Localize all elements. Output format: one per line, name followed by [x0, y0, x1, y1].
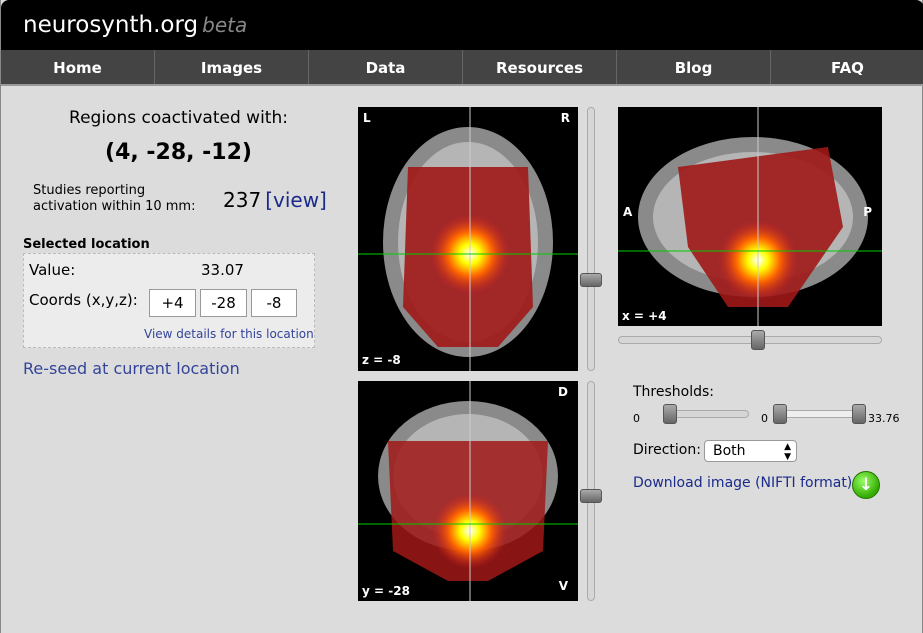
nav-data[interactable]: Data — [309, 50, 463, 84]
view-details-link[interactable]: View details for this location — [144, 327, 314, 341]
reseed-link[interactable]: Re-seed at current location — [23, 359, 240, 378]
studies-count: 237 — [223, 188, 261, 212]
value: 33.07 — [201, 261, 244, 279]
coronal-view[interactable]: D V y = -28 — [358, 381, 578, 601]
sagittal-slice-label: x = +4 — [622, 309, 667, 323]
threshold2-max: 33.76 — [868, 412, 900, 425]
axial-slider-handle[interactable] — [580, 273, 602, 287]
thresholds-label: Thresholds: — [633, 384, 714, 400]
threshold2-low-handle[interactable] — [773, 404, 787, 424]
coronal-brain-image — [358, 381, 578, 601]
threshold1-min: 0 — [633, 412, 640, 425]
nav-faq[interactable]: FAQ — [771, 50, 923, 84]
axial-view[interactable]: L R z = -8 — [358, 107, 578, 371]
coord-y-input[interactable]: -28 — [200, 289, 247, 317]
studies-count-row: 237[view] — [223, 188, 327, 212]
view-studies-link[interactable]: [view] — [265, 188, 327, 212]
selected-location-heading: Selected location — [23, 237, 150, 252]
value-label: Value: — [29, 261, 75, 279]
direction-label: Direction: — [633, 442, 701, 458]
nav-blog[interactable]: Blog — [617, 50, 771, 84]
nav-resources[interactable]: Resources — [463, 50, 617, 84]
seed-coordinates: (4, -28, -12) — [1, 140, 356, 165]
coord-z-input[interactable]: -8 — [251, 289, 297, 317]
site-name: neurosynth.org — [23, 12, 198, 38]
axial-brain-image — [358, 107, 578, 371]
site-logo[interactable]: neurosynth.orgbeta — [23, 12, 247, 38]
download-image-link[interactable]: Download image (NIFTI format) — [633, 475, 852, 491]
threshold1-handle[interactable] — [663, 404, 677, 424]
coronal-slice-label: y = -28 — [362, 584, 410, 598]
select-arrows-icon: ▲▼ — [784, 441, 791, 462]
download-arrow-icon[interactable]: ↓ — [852, 471, 880, 499]
direction-select[interactable]: Both ▲▼ — [704, 440, 797, 462]
coords-label: Coords (x,y,z): — [29, 291, 138, 309]
axial-slice-label: z = -8 — [362, 353, 401, 367]
coronal-slider-handle[interactable] — [580, 489, 602, 503]
label-right: R — [561, 111, 570, 125]
label-anterior: A — [623, 205, 632, 219]
direction-value: Both — [713, 443, 746, 459]
studies-label: Studies reporting activation within 10 m… — [33, 183, 213, 215]
label-ventral: V — [559, 579, 568, 593]
threshold2-high-handle[interactable] — [852, 404, 866, 424]
axial-slice-slider[interactable] — [587, 107, 595, 371]
nav-home[interactable]: Home — [1, 50, 155, 84]
nav-images[interactable]: Images — [155, 50, 309, 84]
label-left: L — [363, 111, 371, 125]
threshold2-min: 0 — [761, 412, 768, 425]
label-dorsal: D — [558, 385, 568, 399]
main-nav: Home Images Data Resources Blog FAQ — [1, 50, 923, 86]
coactivation-title: Regions coactivated with: — [1, 108, 356, 128]
beta-tag: beta — [202, 13, 247, 37]
sagittal-slider-handle[interactable] — [751, 330, 765, 350]
label-posterior: P — [863, 205, 872, 219]
sagittal-brain-image — [618, 107, 882, 326]
sagittal-slice-slider[interactable] — [618, 336, 882, 344]
header: neurosynth.orgbeta — [1, 0, 923, 50]
sagittal-view[interactable]: A P x = +4 — [618, 107, 882, 326]
coord-x-input[interactable]: +4 — [149, 289, 196, 317]
